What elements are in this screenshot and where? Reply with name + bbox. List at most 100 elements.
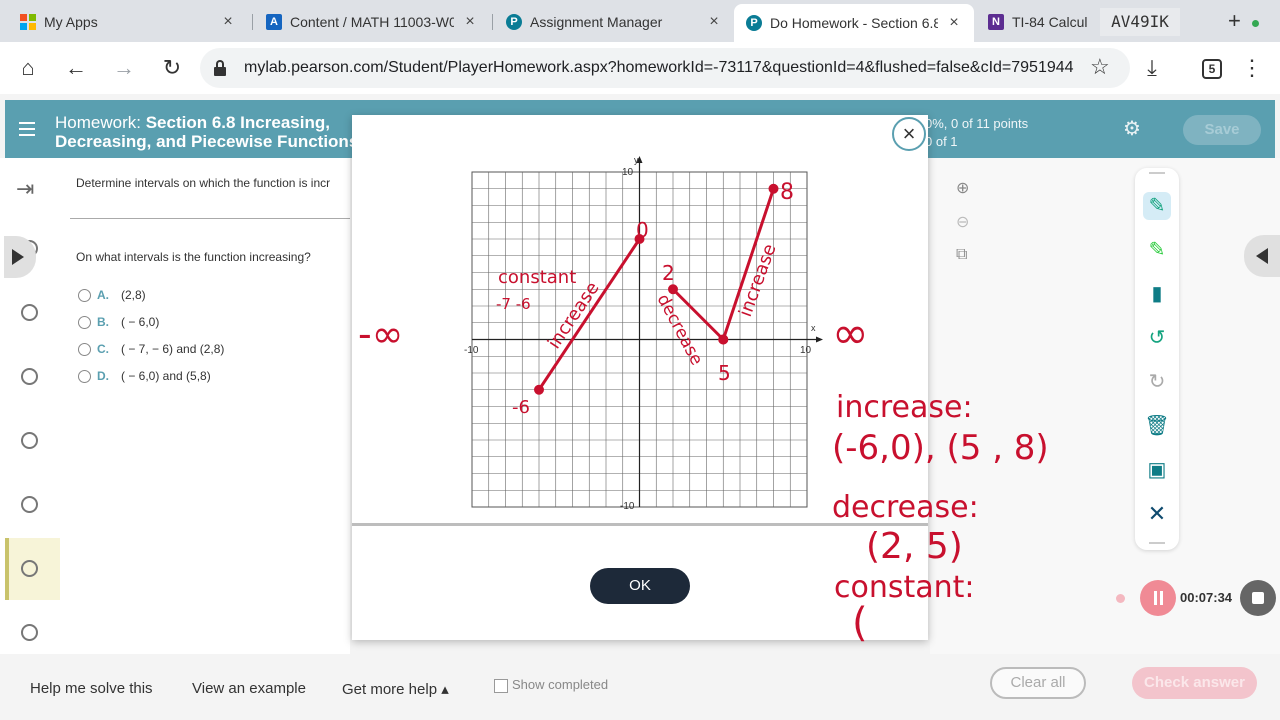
homework-title-line2: Decreasing, and Piecewise Functions bbox=[55, 132, 359, 151]
tab-do-homework[interactable]: P Do Homework - Section 6.8 × bbox=[734, 4, 974, 42]
tab-label: Do Homework - Section 6.8 bbox=[770, 15, 938, 31]
show-completed-checkbox[interactable] bbox=[494, 679, 508, 693]
redo-icon[interactable]: ↻ bbox=[1143, 368, 1171, 396]
view-example-link[interactable]: View an example bbox=[192, 680, 306, 697]
tab-label: My Apps bbox=[44, 14, 98, 30]
question-status-circle[interactable] bbox=[21, 560, 38, 577]
bottom-bar: Help me solve this View an example Get m… bbox=[0, 654, 1280, 720]
question-status-circle[interactable] bbox=[21, 432, 38, 449]
neg-infinity-annotation: -∞ bbox=[358, 312, 404, 356]
clear-all-button[interactable]: Clear all bbox=[990, 667, 1086, 699]
graph-modal: × y x -10 10 10 -10 constant -7 -6 incre… bbox=[352, 115, 928, 640]
trash-icon[interactable]: 🗑 bbox=[1143, 412, 1171, 440]
drag-handle[interactable] bbox=[1149, 542, 1165, 544]
close-icon[interactable]: × bbox=[462, 13, 478, 31]
popout-icon[interactable]: ⧉ bbox=[956, 246, 967, 264]
new-tab-button[interactable]: + bbox=[1228, 8, 1241, 34]
radio-button[interactable] bbox=[78, 315, 91, 329]
help-me-solve-link[interactable]: Help me solve this bbox=[30, 680, 153, 697]
point-label-neg6: -6 bbox=[512, 397, 530, 418]
y-axis-label: y bbox=[634, 155, 639, 165]
answer-choice-c[interactable]: C. ( − 7, − 6) and (2,8) bbox=[78, 342, 224, 356]
right-play-tab[interactable] bbox=[1244, 235, 1280, 277]
check-answer-button[interactable]: Check answer bbox=[1132, 667, 1257, 699]
close-icon[interactable]: × bbox=[706, 13, 722, 31]
browser-tab-strip: My Apps × A Content / MATH 11003-W07 × P… bbox=[0, 0, 1280, 42]
tab-my-apps[interactable]: My Apps × bbox=[8, 6, 248, 38]
reload-icon[interactable]: ↻ bbox=[158, 54, 186, 82]
y-max-label: 10 bbox=[622, 167, 634, 178]
score-questions: 0 of 1 bbox=[925, 134, 958, 149]
highlighter-icon[interactable]: ✎ bbox=[1143, 236, 1171, 264]
increase-intervals: (-6,0), (5 , 8) bbox=[832, 428, 1049, 468]
constant-annotation: constant bbox=[498, 267, 576, 288]
menu-dots-icon[interactable]: ⋮ bbox=[1238, 54, 1266, 82]
radio-button[interactable] bbox=[78, 288, 91, 302]
show-completed-label: Show completed bbox=[512, 677, 609, 692]
question-prompt: Determine intervals on which the functio… bbox=[76, 176, 331, 190]
hamburger-menu-icon[interactable] bbox=[19, 122, 35, 136]
choice-letter: D. bbox=[97, 369, 109, 383]
save-button[interactable]: Save bbox=[1183, 115, 1261, 145]
tab-label: Assignment Manager bbox=[530, 14, 663, 30]
question-status-circle[interactable] bbox=[21, 304, 38, 321]
homework-title-line1: Section 6.8 Increasing, bbox=[145, 113, 330, 132]
y-min-label: -10 bbox=[620, 501, 635, 512]
tab-label: TI-84 Calculato bbox=[1012, 14, 1088, 30]
question-status-circle[interactable] bbox=[21, 496, 38, 513]
zoom-in-icon[interactable]: ⊕ bbox=[956, 178, 969, 198]
save-disk-icon[interactable]: ▣ bbox=[1143, 456, 1171, 484]
tab-content[interactable]: A Content / MATH 11003-W07 × bbox=[254, 6, 490, 38]
increase-heading: increase: bbox=[836, 390, 973, 425]
download-icon[interactable]: ⤓ bbox=[1138, 54, 1166, 82]
expand-arrow-icon[interactable]: ⇥ bbox=[16, 176, 34, 202]
radio-button[interactable] bbox=[78, 342, 91, 356]
tab-assignment-manager[interactable]: P Assignment Manager × bbox=[494, 6, 734, 38]
bookmark-star-icon[interactable]: ☆ bbox=[1090, 54, 1110, 80]
stop-icon[interactable] bbox=[1240, 580, 1276, 616]
answer-choice-a[interactable]: A. (2,8) bbox=[78, 288, 146, 302]
constant-interval-annotation: -7 -6 bbox=[496, 295, 531, 313]
series-point bbox=[534, 384, 544, 395]
tab-separator bbox=[252, 14, 253, 30]
radio-button[interactable] bbox=[78, 369, 91, 383]
undo-icon[interactable]: ↺ bbox=[1143, 324, 1171, 352]
annotation-toolbar: ✎ ✎ ▮ ↺ ↻ 🗑 ▣ ✕ bbox=[1135, 168, 1179, 550]
pen-icon[interactable]: ✎ bbox=[1143, 192, 1171, 220]
url-text[interactable]: mylab.pearson.com/Student/PlayerHomework… bbox=[244, 59, 1080, 77]
home-icon[interactable]: ⌂ bbox=[14, 54, 42, 82]
address-bar[interactable]: mylab.pearson.com/Student/PlayerHomework… bbox=[200, 48, 1130, 88]
point-label-5: 5 bbox=[718, 361, 731, 385]
x-axis-label: x bbox=[811, 323, 816, 333]
choice-letter: A. bbox=[97, 288, 109, 302]
tab-ti84[interactable]: N TI-84 Calculato bbox=[976, 6, 1100, 38]
question-pane: Determine intervals on which the functio… bbox=[60, 158, 350, 658]
pause-icon[interactable] bbox=[1140, 580, 1176, 616]
question-status-circle[interactable] bbox=[21, 368, 38, 385]
close-icon[interactable]: × bbox=[220, 13, 236, 31]
gear-icon[interactable]: ⚙ bbox=[1123, 116, 1141, 141]
pos-infinity-annotation: ∞ bbox=[832, 308, 869, 359]
answer-choice-d[interactable]: D. ( − 6,0) and (5,8) bbox=[78, 369, 211, 383]
answer-choice-b[interactable]: B. ( − 6,0) bbox=[78, 315, 159, 329]
ok-button[interactable]: OK bbox=[590, 568, 690, 604]
back-arrow-icon[interactable]: ← bbox=[62, 54, 90, 82]
screen-recorder: 00:07:34 bbox=[1110, 578, 1280, 618]
eraser-icon[interactable]: ▮ bbox=[1143, 280, 1171, 308]
choice-letter: C. bbox=[97, 342, 109, 356]
forward-arrow-icon[interactable]: → bbox=[110, 54, 138, 82]
point-label-0: 0 bbox=[636, 218, 649, 242]
x-max-label: 10 bbox=[800, 345, 812, 356]
browser-toolbar: ⌂ ← → ↻ mylab.pearson.com/Student/Player… bbox=[0, 42, 1280, 94]
status-dot bbox=[1252, 20, 1259, 27]
zoom-out-icon[interactable]: ⊖ bbox=[956, 212, 969, 232]
get-more-help-link[interactable]: Get more help ▴ bbox=[342, 680, 449, 698]
recording-time: 00:07:34 bbox=[1180, 590, 1233, 605]
constant-intervals: ( bbox=[852, 600, 868, 646]
tab-count-button[interactable]: 5 bbox=[1202, 59, 1222, 79]
drag-handle[interactable] bbox=[1149, 172, 1165, 174]
overlay-id-badge: AV49IK bbox=[1100, 8, 1180, 36]
close-icon[interactable]: ✕ bbox=[1143, 500, 1171, 528]
close-icon[interactable]: × bbox=[946, 14, 962, 32]
question-status-circle[interactable] bbox=[21, 624, 38, 641]
